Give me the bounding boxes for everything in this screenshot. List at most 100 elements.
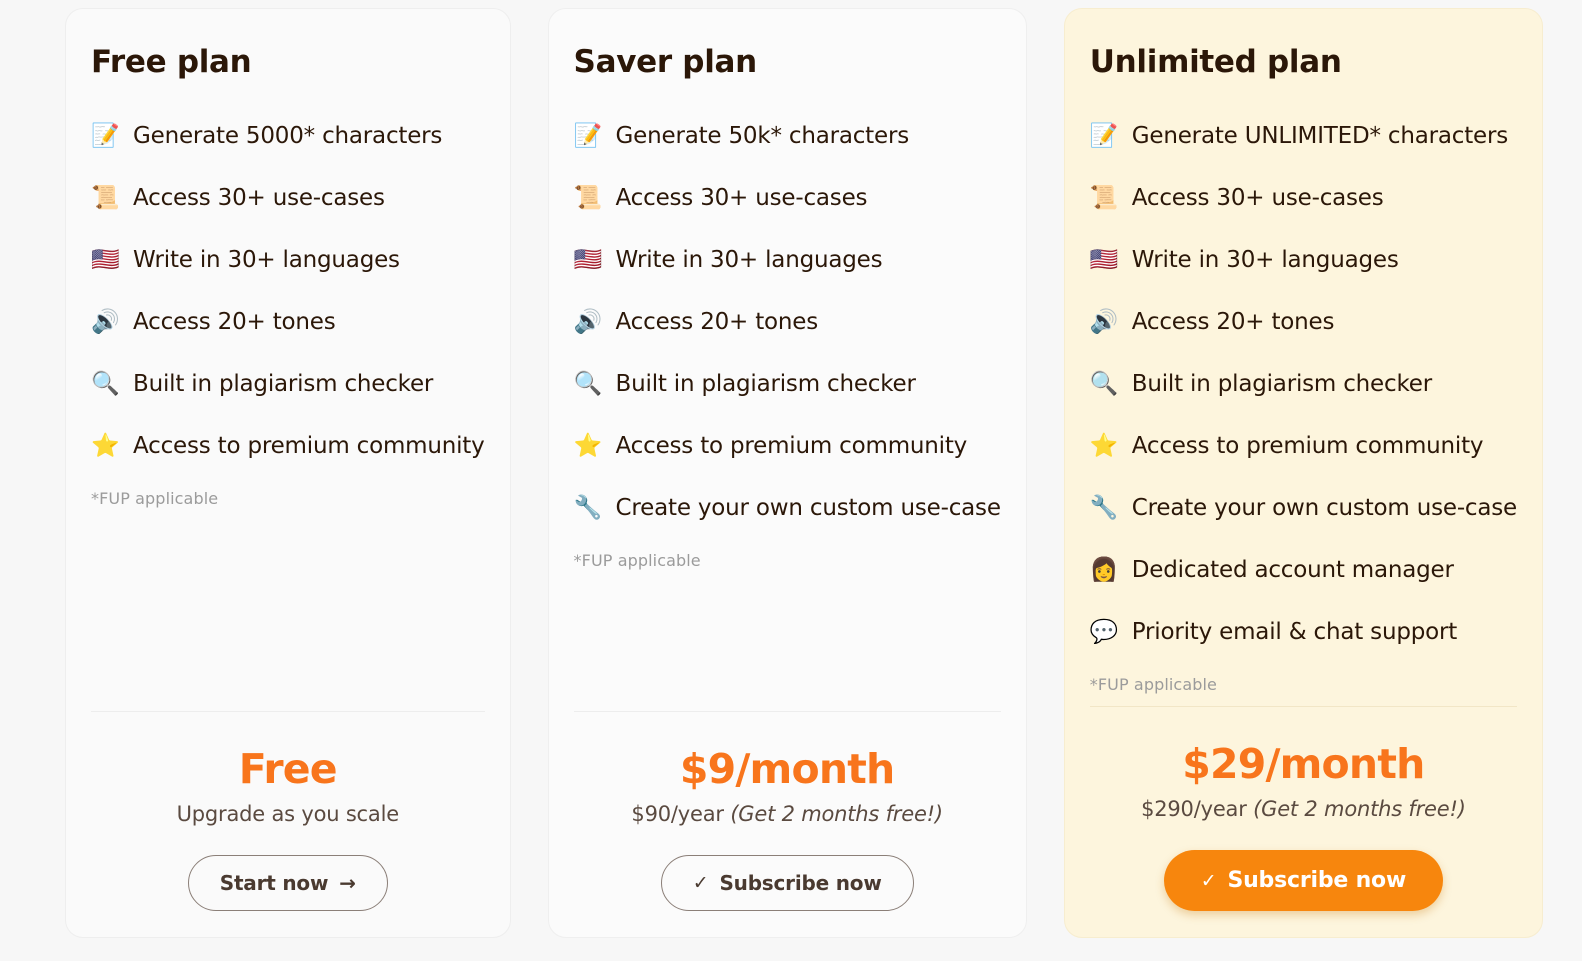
feature-label: Access to premium community xyxy=(615,433,968,460)
fup-footnote: *FUP applicable xyxy=(573,551,701,571)
feature-label: Access 30+ use-cases xyxy=(133,185,385,212)
feature-label: Generate 5000* characters xyxy=(133,123,443,150)
star-icon: ⭐ xyxy=(91,432,120,459)
feature-list: 📝 Generate 5000* characters 📜 Access 30+ us… xyxy=(91,105,485,477)
price-secondary: $90/year (Get 2 months free!) xyxy=(574,802,1001,826)
feature-label: Create your own custom use-case xyxy=(1131,495,1518,522)
price-yearly: $290/year xyxy=(1141,797,1254,821)
plan-card-unlimited: Unlimited plan 📝 Generate UNLIMITED* chara… xyxy=(1063,8,1544,938)
feature-label: Access 20+ tones xyxy=(133,309,336,336)
feature-item: 🇺🇸 Write in 30+ languages xyxy=(1090,229,1517,291)
speaker-icon: 🔊 xyxy=(1089,308,1119,335)
cta-wrapper: ✓ Subscribe now xyxy=(574,855,1001,911)
feature-label: Priority email & chat support xyxy=(1131,619,1458,646)
feature-item: ⭐ Access to premium community xyxy=(1090,415,1517,477)
feature-item: 🔧 Create your own custom use-case xyxy=(1090,477,1517,539)
feature-item: 📜 Access 30+ use-cases xyxy=(574,167,1001,229)
feature-label: Access 30+ use-cases xyxy=(615,185,868,212)
flex-spacer xyxy=(574,570,1001,711)
plan-title: Free plan xyxy=(91,44,252,80)
wrench-icon: 🔧 xyxy=(573,494,603,521)
feature-item: 🔍 Built in plagiarism checker xyxy=(91,353,485,415)
plan-title: Unlimited plan xyxy=(1089,44,1342,80)
cta-button-free[interactable]: Start now → xyxy=(187,855,388,911)
feature-item: 🔊 Access 20+ tones xyxy=(1090,291,1517,353)
feature-label: Generate 50k* characters xyxy=(615,123,910,150)
star-icon: ⭐ xyxy=(1089,432,1119,459)
feature-item: 🔍 Built in plagiarism checker xyxy=(574,353,1001,415)
feature-item: 📝 Generate 50k* characters xyxy=(574,105,1001,167)
price-block: $29/month $290/year (Get 2 months free!) ✓… xyxy=(1089,705,1518,937)
magnifier-icon: 🔍 xyxy=(573,370,603,397)
us-flag-icon: 🇺🇸 xyxy=(573,246,603,273)
feature-item: 📜 Access 30+ use-cases xyxy=(91,167,485,229)
price-amount: $29/month xyxy=(1182,739,1425,788)
cta-label: Start now xyxy=(219,871,329,895)
plan-card-saver: Saver plan 📝 Generate 50k* characters 📜 Acce… xyxy=(547,8,1027,938)
feature-item: 🔧 Create your own custom use-case xyxy=(574,477,1001,539)
price-secondary: Upgrade as you scale xyxy=(91,802,485,826)
star-icon: ⭐ xyxy=(573,432,603,459)
price-block: $9/month $90/year (Get 2 months free!) ✓ Su… xyxy=(573,710,1001,937)
plan-card-free: Free plan 📝 Generate 5000* characters 📜 Acce… xyxy=(65,8,511,938)
price-secondary: $290/year (Get 2 months free!) xyxy=(1090,797,1517,821)
magnifier-icon: 🔍 xyxy=(91,370,120,397)
check-icon: ✓ xyxy=(692,872,709,894)
flex-spacer xyxy=(1090,694,1517,706)
feature-label: Write in 30+ languages xyxy=(1131,247,1399,274)
price-promo-note: (Get 2 months free!) xyxy=(730,802,943,826)
feature-item: 🔊 Access 20+ tones xyxy=(574,291,1001,353)
feature-list: 📝 Generate UNLIMITED* characters 📜 Access 3… xyxy=(1090,105,1517,663)
speaker-icon: 🔊 xyxy=(91,308,120,335)
feature-item: 📜 Access 30+ use-cases xyxy=(1090,167,1517,229)
memo-icon: 📝 xyxy=(91,122,120,149)
wrench-icon: 🔧 xyxy=(1089,494,1119,521)
cta-button-saver[interactable]: ✓ Subscribe now xyxy=(660,855,914,911)
scroll-icon: 📜 xyxy=(573,184,603,211)
speech-balloon-icon: 💬 xyxy=(1089,618,1119,645)
price-amount: $9/month xyxy=(679,744,895,793)
feature-label: Create your own custom use-case xyxy=(615,495,1001,522)
feature-label: Access to premium community xyxy=(1131,433,1484,460)
memo-icon: 📝 xyxy=(1089,122,1119,149)
price-yearly: Upgrade as you scale xyxy=(176,802,400,826)
us-flag-icon: 🇺🇸 xyxy=(91,246,120,273)
magnifier-icon: 🔍 xyxy=(1089,370,1119,397)
fup-footnote: *FUP applicable xyxy=(1089,675,1217,695)
check-icon: ✓ xyxy=(1200,869,1217,892)
feature-label: Generate UNLIMITED* characters xyxy=(1131,123,1508,150)
price-promo-note: (Get 2 months free!) xyxy=(1253,797,1466,821)
feature-item: 📝 Generate UNLIMITED* characters xyxy=(1090,105,1517,167)
account-manager-icon: 👩 xyxy=(1089,556,1119,583)
feature-item: 🇺🇸 Write in 30+ languages xyxy=(574,229,1001,291)
feature-item: 🇺🇸 Write in 30+ languages xyxy=(91,229,485,291)
price-block: Free Upgrade as you scale Start now → xyxy=(91,710,485,937)
price-yearly: $90/year xyxy=(631,802,731,826)
feature-label: Built in plagiarism checker xyxy=(133,371,434,398)
fup-footnote: *FUP applicable xyxy=(91,489,219,509)
feature-item: 🔊 Access 20+ tones xyxy=(91,291,485,353)
feature-item: 📝 Generate 5000* characters xyxy=(91,105,485,167)
feature-label: Access 20+ tones xyxy=(1131,309,1335,336)
feature-label: Access 30+ use-cases xyxy=(1131,185,1384,212)
pricing-plans-grid: Free plan 📝 Generate 5000* characters 📜 Acce… xyxy=(65,8,1544,938)
feature-label: Access 20+ tones xyxy=(615,309,819,336)
feature-label: Write in 30+ languages xyxy=(133,247,400,274)
price-amount: Free xyxy=(238,744,338,793)
feature-item: ⭐ Access to premium community xyxy=(574,415,1001,477)
memo-icon: 📝 xyxy=(573,122,603,149)
arrow-right-icon: → xyxy=(339,871,356,895)
feature-item: ⭐ Access to premium community xyxy=(91,415,485,477)
cta-button-unlimited[interactable]: ✓ Subscribe now xyxy=(1163,850,1444,911)
feature-label: Access to premium community xyxy=(133,433,485,460)
scroll-icon: 📜 xyxy=(91,184,120,211)
flex-spacer xyxy=(91,508,485,711)
cta-wrapper: Start now → xyxy=(91,855,485,911)
speaker-icon: 🔊 xyxy=(573,308,603,335)
feature-label: Dedicated account manager xyxy=(1131,557,1454,584)
cta-wrapper: ✓ Subscribe now xyxy=(1090,850,1517,911)
feature-item: 💬 Priority email & chat support xyxy=(1090,601,1517,663)
us-flag-icon: 🇺🇸 xyxy=(1089,246,1119,273)
feature-label: Write in 30+ languages xyxy=(615,247,883,274)
feature-list: 📝 Generate 50k* characters 📜 Access 30+ use… xyxy=(574,105,1001,539)
